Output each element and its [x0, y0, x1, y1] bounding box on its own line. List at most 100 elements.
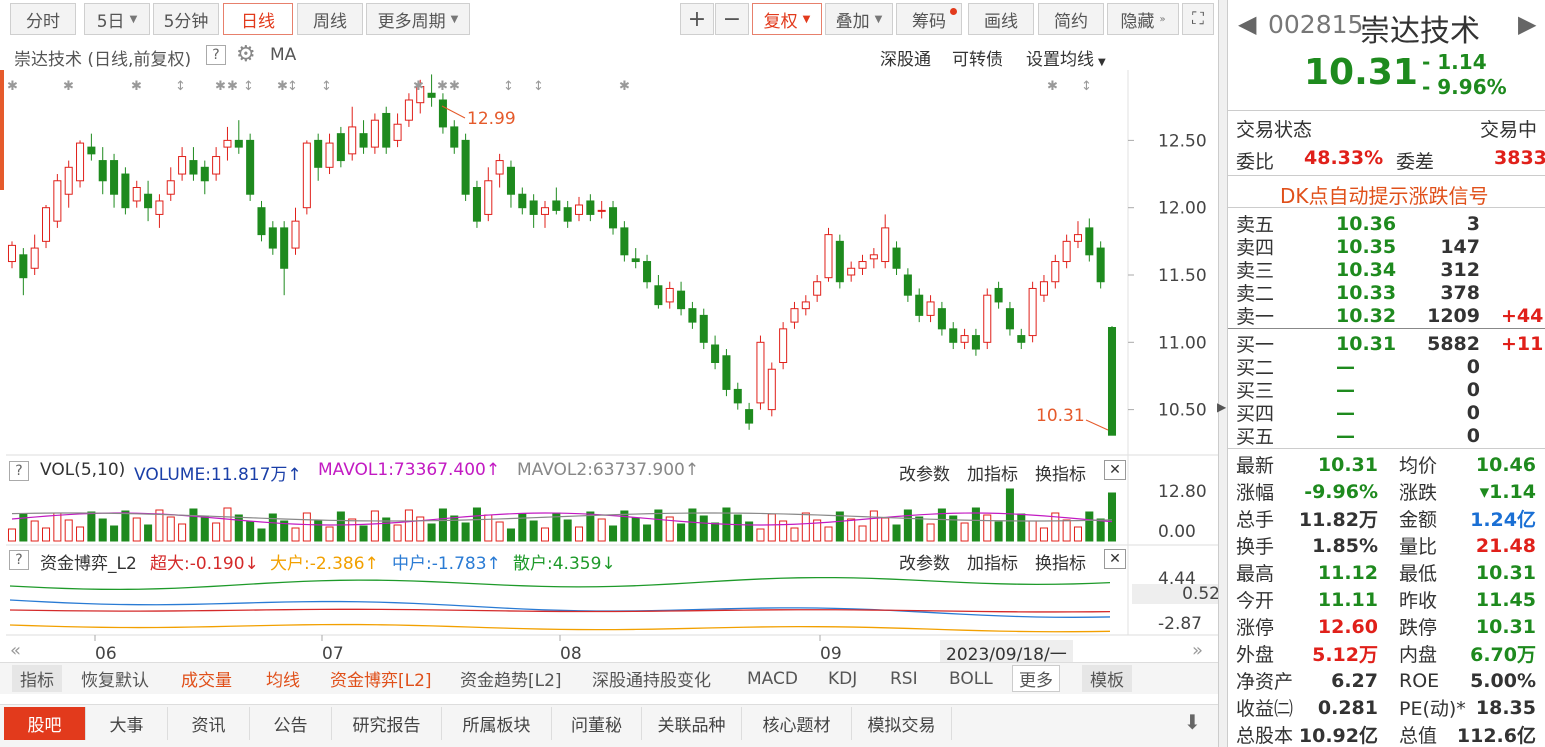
- bottom-tab-notice[interactable]: 公告: [250, 707, 332, 740]
- chip-button[interactable]: 筹码: [896, 3, 962, 35]
- indicator-tab-boll[interactable]: BOLL: [949, 665, 993, 692]
- volume-bar: [348, 518, 357, 542]
- indicator-tab-template[interactable]: 模板: [1082, 665, 1132, 692]
- bottom-tab-events[interactable]: 大事: [86, 707, 168, 740]
- indicator-tab-kdj[interactable]: KDJ: [828, 665, 857, 692]
- volume-bar: [64, 519, 73, 542]
- bottom-tab-related[interactable]: 关联品种: [642, 707, 742, 740]
- event-marker-icon[interactable]: ↕: [503, 79, 514, 94]
- close-icon[interactable]: ✕: [1104, 549, 1126, 569]
- bottom-tab-theme[interactable]: 核心题材: [742, 707, 852, 740]
- indicator-tab-more[interactable]: 更多: [1012, 665, 1060, 692]
- fuquan-button[interactable]: 复权 ▼: [752, 3, 822, 35]
- help-icon[interactable]: ?: [206, 45, 226, 65]
- bottom-tab-simulate[interactable]: 模拟交易: [852, 707, 952, 740]
- indicator-tab-reset[interactable]: 恢复默认: [81, 665, 149, 692]
- event-marker-icon[interactable]: ✱: [413, 79, 424, 94]
- candle: [722, 349, 731, 397]
- panel-splitter[interactable]: [1218, 0, 1227, 747]
- event-marker-icon[interactable]: ↕: [1081, 79, 1092, 94]
- stat-label: 量比: [1399, 536, 1438, 558]
- prev-stock-icon[interactable]: ◀: [1238, 10, 1256, 38]
- event-marker-icon[interactable]: ✱: [7, 79, 18, 94]
- event-marker-icon[interactable]: ✱: [131, 79, 142, 94]
- tab-5day[interactable]: 5日 ▼: [84, 3, 150, 35]
- scroll-left-icon[interactable]: «: [10, 640, 21, 661]
- dk-signal-link[interactable]: DK点自动提示涨跌信号: [1280, 180, 1489, 209]
- indicator-tab-fund-trend[interactable]: 资金趋势[L2]: [460, 665, 562, 692]
- link-shengutong[interactable]: 深股通: [880, 45, 931, 70]
- set-ma-dropdown[interactable]: 设置均线 ▼: [1026, 45, 1106, 70]
- fund-change-params[interactable]: 改参数: [899, 549, 950, 574]
- next-stock-icon[interactable]: ▶: [1518, 10, 1536, 38]
- close-icon[interactable]: ✕: [1104, 460, 1126, 480]
- bottom-tab-research[interactable]: 研究报告: [332, 707, 442, 740]
- event-marker-icon[interactable]: ✱: [1047, 79, 1058, 94]
- candle: [132, 180, 141, 208]
- indicator-tab-fund-game[interactable]: 资金博弈[L2]: [330, 665, 432, 692]
- indicator-tab-label[interactable]: 指标: [12, 665, 62, 692]
- vol-value: VOLUME:11.817万↑: [134, 460, 302, 485]
- vol-switch-indicator[interactable]: 换指标: [1035, 460, 1086, 485]
- vol-change-params[interactable]: 改参数: [899, 460, 950, 485]
- event-marker-icon[interactable]: ✱: [437, 79, 448, 94]
- tab-5min[interactable]: 5分钟: [153, 3, 219, 35]
- bottom-tab-ask-secretary[interactable]: 问董秘: [552, 707, 642, 740]
- event-marker-icon[interactable]: ✱: [449, 79, 460, 94]
- candle: [19, 248, 28, 296]
- bottom-tab-sector[interactable]: 所属板块: [442, 707, 552, 740]
- chevron-down-icon: ▼: [1098, 57, 1106, 68]
- draw-button[interactable]: 画线: [968, 3, 1034, 35]
- hide-button[interactable]: 隐藏 »: [1107, 3, 1179, 35]
- scroll-right-icon[interactable]: »: [1192, 640, 1203, 661]
- volume-bar: [1085, 511, 1094, 542]
- link-convertible[interactable]: 可转债: [952, 45, 1003, 70]
- event-marker-icon[interactable]: ✱: [619, 79, 630, 94]
- zoom-out-button[interactable]: −: [715, 3, 749, 35]
- vol-help-icon[interactable]: ?: [9, 461, 29, 481]
- simple-button[interactable]: 简约: [1038, 3, 1104, 35]
- event-marker-icon[interactable]: ↕: [287, 79, 298, 94]
- volume-bar: [178, 523, 187, 542]
- zoom-in-button[interactable]: +: [680, 3, 714, 35]
- tab-daily[interactable]: 日线: [223, 3, 293, 35]
- fund-switch-indicator[interactable]: 换指标: [1035, 549, 1086, 574]
- indicator-tab-hk-holding[interactable]: 深股通持股变化: [592, 665, 711, 692]
- indicator-tab-volume[interactable]: 成交量: [181, 665, 232, 692]
- tab-weekly[interactable]: 周线: [297, 3, 363, 35]
- indicator-tab-ma[interactable]: 均线: [266, 665, 300, 692]
- event-marker-icon[interactable]: ↕: [175, 79, 186, 94]
- candle: [257, 200, 266, 242]
- fund-help-icon[interactable]: ?: [9, 550, 29, 570]
- bottom-tab-guba[interactable]: 股吧: [4, 707, 86, 740]
- candle: [484, 167, 493, 222]
- stat-value: 11.82万: [1298, 509, 1378, 531]
- tab-fenshi[interactable]: 分时: [10, 3, 76, 35]
- vol-add-indicator[interactable]: 加指标: [967, 460, 1018, 485]
- gear-icon[interactable]: ⚙: [236, 42, 256, 67]
- fund-big: 大户:-2.386↑: [270, 549, 379, 574]
- event-marker-icon[interactable]: ↕: [533, 79, 544, 94]
- bottom-tab-news[interactable]: 资讯: [168, 707, 250, 740]
- event-marker-icon[interactable]: ✱: [63, 79, 74, 94]
- overlay-button[interactable]: 叠加 ▼: [825, 3, 893, 35]
- collapse-panel-icon[interactable]: ▶: [1217, 400, 1226, 414]
- candle: [155, 194, 164, 228]
- event-marker-icon[interactable]: ✱: [227, 79, 238, 94]
- tab-more-periods[interactable]: 更多周期 ▼: [366, 3, 470, 35]
- event-marker-icon[interactable]: ↕: [321, 79, 332, 94]
- arrow-up-icon: ↑: [287, 465, 302, 485]
- candle: [983, 288, 992, 350]
- stat-row: 收益㈡ 0.281 PE(动)* 18.35: [1236, 696, 1540, 721]
- event-marker-icon[interactable]: ✱: [215, 79, 226, 94]
- volume-bar: [960, 522, 969, 542]
- indicator-tab-macd[interactable]: MACD: [747, 665, 798, 692]
- volume-bar: [314, 519, 323, 542]
- event-marker-icon[interactable]: ↕: [243, 79, 254, 94]
- fund-mid-line: [9, 599, 1111, 618]
- double-chevron-icon: »: [1159, 13, 1166, 25]
- download-icon[interactable]: ⬇: [1184, 710, 1201, 734]
- fund-add-indicator[interactable]: 加指标: [967, 549, 1018, 574]
- indicator-tab-rsi[interactable]: RSI: [890, 665, 918, 692]
- fullscreen-icon[interactable]: ⛶: [1182, 3, 1214, 35]
